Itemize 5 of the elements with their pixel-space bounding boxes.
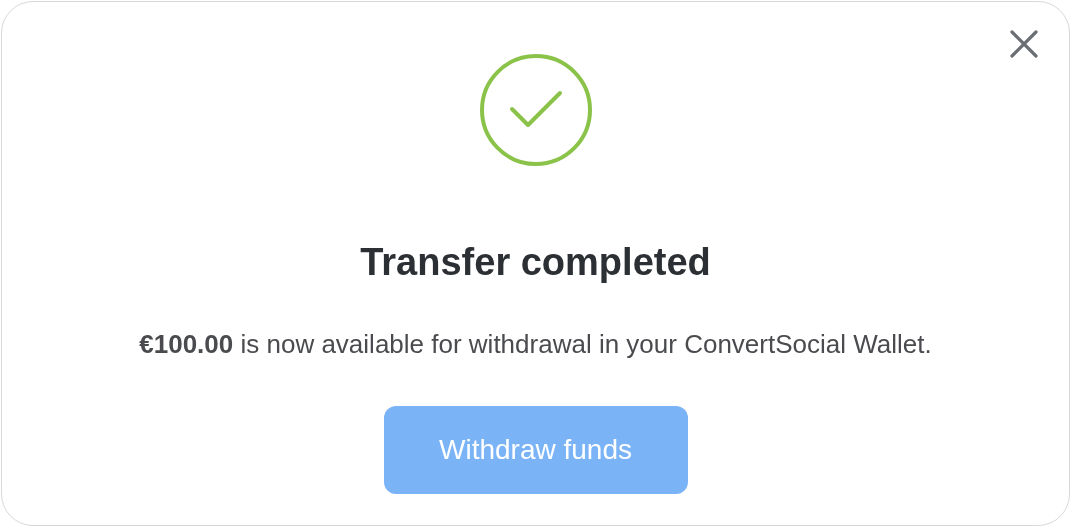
dialog-message: €100.00 is now available for withdrawal in your ConvertSocial Wallet. [139, 328, 932, 360]
withdraw-button[interactable]: Withdraw funds [383, 406, 688, 494]
dialog-title: Transfer completed [360, 240, 711, 285]
checkmark-circle-icon [478, 53, 593, 167]
close-icon[interactable] [1009, 29, 1039, 59]
